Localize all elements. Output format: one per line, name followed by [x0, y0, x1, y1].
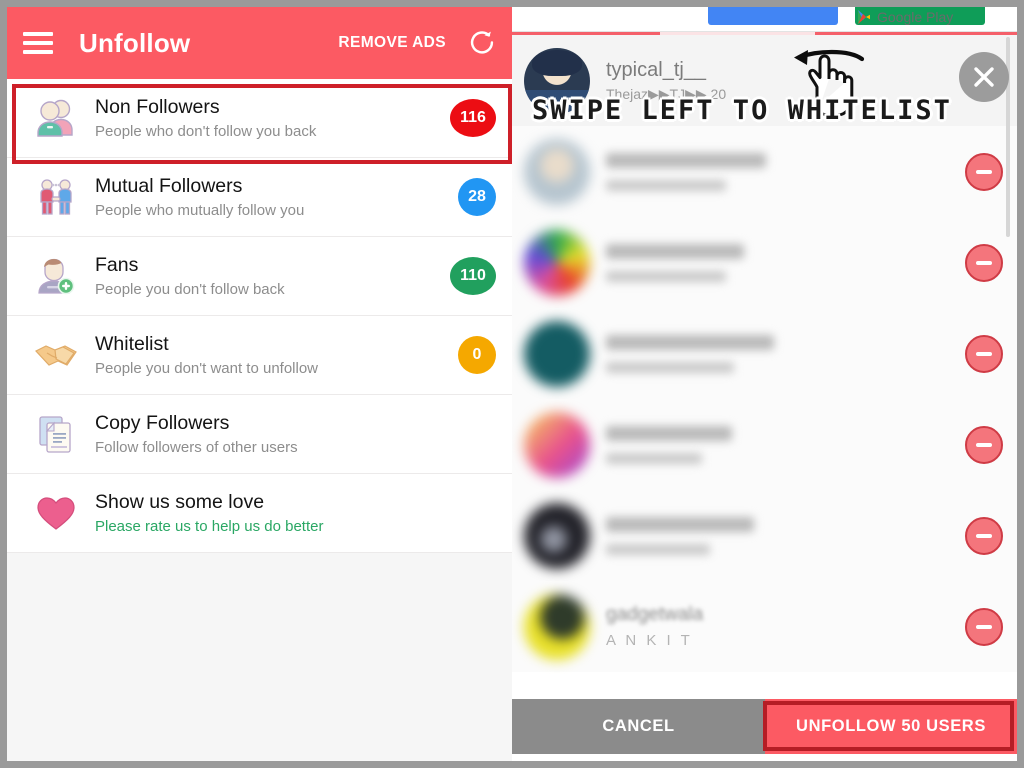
avatar [524, 138, 590, 205]
cancel-button[interactable]: CANCEL [512, 699, 765, 754]
menu-list: Non Followers People who don't follow yo… [7, 79, 512, 553]
user-fullname [606, 452, 702, 464]
google-play-badge: Google Play [857, 9, 953, 25]
count-badge-non-followers: 116 [450, 99, 496, 137]
copy-documents-icon [25, 413, 87, 455]
count-badge-fans: 110 [450, 257, 496, 295]
user-username [606, 334, 774, 350]
google-play-icon [858, 10, 870, 24]
unfollow-button[interactable]: UNFOLLOW 50 USERS [765, 699, 1017, 754]
user-username: gadgetwala [606, 604, 704, 625]
handshake-people-icon [25, 177, 87, 217]
minus-circle-icon[interactable] [965, 334, 1003, 373]
list-item-text: Fans People you don't follow back [87, 253, 450, 300]
unfollow-app-panel: Unfollow REMOVE ADS Non Followers People… [0, 0, 512, 768]
count-badge-mutual-followers: 28 [458, 178, 496, 216]
user-fullname [606, 361, 734, 373]
list-item-text: Mutual Followers People who mutually fol… [87, 174, 458, 221]
user-username [606, 243, 744, 259]
user-fullname: Thejaz▶▶TJ▶▶ 20 [606, 85, 727, 102]
user-meta [590, 425, 965, 464]
list-item-user[interactable] [512, 126, 1017, 217]
list-item-title: Fans [95, 253, 139, 276]
ad-blue-button[interactable] [708, 7, 838, 25]
heart-icon [25, 494, 87, 532]
empty-list-area [7, 553, 512, 761]
list-item-rate-us[interactable]: Show us some love Please rate us to help… [7, 474, 512, 553]
count-badge-whitelist: 0 [458, 336, 496, 374]
user-username [606, 152, 766, 168]
list-item-title: Whitelist [95, 332, 169, 355]
user-meta: gadgetwala A N K I T [590, 604, 965, 649]
user-username: typical_tj__ [606, 58, 707, 81]
close-icon[interactable] [959, 52, 1009, 102]
list-item-fans[interactable]: Fans People you don't follow back 110 [7, 237, 512, 316]
google-play-ad-banner[interactable]: Google Play [512, 7, 1017, 31]
minus-circle-icon[interactable] [965, 516, 1003, 555]
list-item-whitelist[interactable]: Whitelist People you don't want to unfol… [7, 316, 512, 395]
avatar [524, 411, 590, 478]
list-item-copy-followers[interactable]: Copy Followers Follow followers of other… [7, 395, 512, 474]
list-item-text: Whitelist People you don't want to unfol… [87, 332, 458, 379]
refresh-icon[interactable] [468, 29, 496, 57]
page-title: Unfollow [79, 27, 191, 58]
unfollow-button-wrap: UNFOLLOW 50 USERS [763, 699, 1017, 754]
list-item-user[interactable] [512, 490, 1017, 581]
minus-circle-icon[interactable] [965, 243, 1003, 282]
action-bar: CANCEL UNFOLLOW 50 USERS [512, 699, 1017, 754]
handshake-icon [25, 337, 87, 373]
user-fullname [606, 543, 710, 555]
user-fullname [606, 270, 726, 282]
list-item-user-first[interactable]: typical_tj__ Thejaz▶▶TJ▶▶ 20 [512, 35, 1017, 126]
avatar [524, 47, 590, 114]
avatar [524, 229, 590, 296]
list-item-non-followers[interactable]: Non Followers People who don't follow yo… [7, 79, 512, 158]
list-item-text: Non Followers People who don't follow yo… [87, 95, 450, 142]
list-item-user[interactable] [512, 217, 1017, 308]
list-item-mutual-followers[interactable]: Mutual Followers People who mutually fol… [7, 158, 512, 237]
list-item-subtitle: Follow followers of other users [95, 438, 298, 456]
minus-circle-icon[interactable] [965, 425, 1003, 464]
avatar [524, 320, 590, 387]
list-item-title: Copy Followers [95, 411, 230, 434]
list-item-subtitle: Please rate us to help us do better [95, 517, 324, 535]
two-people-icon [25, 98, 87, 138]
user-meta [590, 516, 965, 555]
list-item-text: Show us some love Please rate us to help… [87, 490, 496, 537]
screenshot-root: Unfollow REMOVE ADS Non Followers People… [0, 0, 1024, 768]
google-play-label: Google Play [877, 9, 954, 25]
user-username [606, 516, 754, 532]
minus-circle-icon[interactable] [965, 607, 1003, 646]
list-item-subtitle: People who don't follow you back [95, 122, 317, 140]
list-item-title: Mutual Followers [95, 174, 243, 197]
user-meta [590, 243, 965, 282]
list-item-user[interactable] [512, 308, 1017, 399]
avatar [524, 593, 590, 660]
instagram-unfollow-panel: Google Play typical_tj__ Thejaz▶▶TJ▶▶ 20 [512, 0, 1024, 768]
list-item-user[interactable] [512, 399, 1017, 490]
user-meta: typical_tj__ Thejaz▶▶TJ▶▶ 20 [590, 59, 965, 103]
user-fullname: A N K I T [606, 632, 693, 649]
user-meta [590, 334, 965, 373]
list-item-subtitle: People who mutually follow you [95, 201, 305, 219]
avatar [524, 502, 590, 569]
app-header: Unfollow REMOVE ADS [7, 7, 512, 79]
list-item-subtitle: People you don't want to unfollow [95, 359, 319, 377]
list-item-subtitle: People you don't follow back [95, 280, 285, 298]
hamburger-menu-icon[interactable] [23, 32, 53, 54]
non-followers-list: typical_tj__ Thejaz▶▶TJ▶▶ 20 gadgetwala … [512, 35, 1017, 672]
user-username [606, 425, 732, 441]
list-item-title: Non Followers [95, 95, 220, 118]
minus-circle-icon[interactable] [965, 152, 1003, 191]
list-item-user-gadgetwala[interactable]: gadgetwala A N K I T [512, 581, 1017, 672]
person-add-icon [25, 256, 87, 296]
list-item-title: Show us some love [95, 490, 265, 513]
user-fullname [606, 179, 726, 191]
user-meta [590, 152, 965, 191]
remove-ads-button[interactable]: REMOVE ADS [338, 34, 446, 52]
list-item-text: Copy Followers Follow followers of other… [87, 411, 496, 458]
